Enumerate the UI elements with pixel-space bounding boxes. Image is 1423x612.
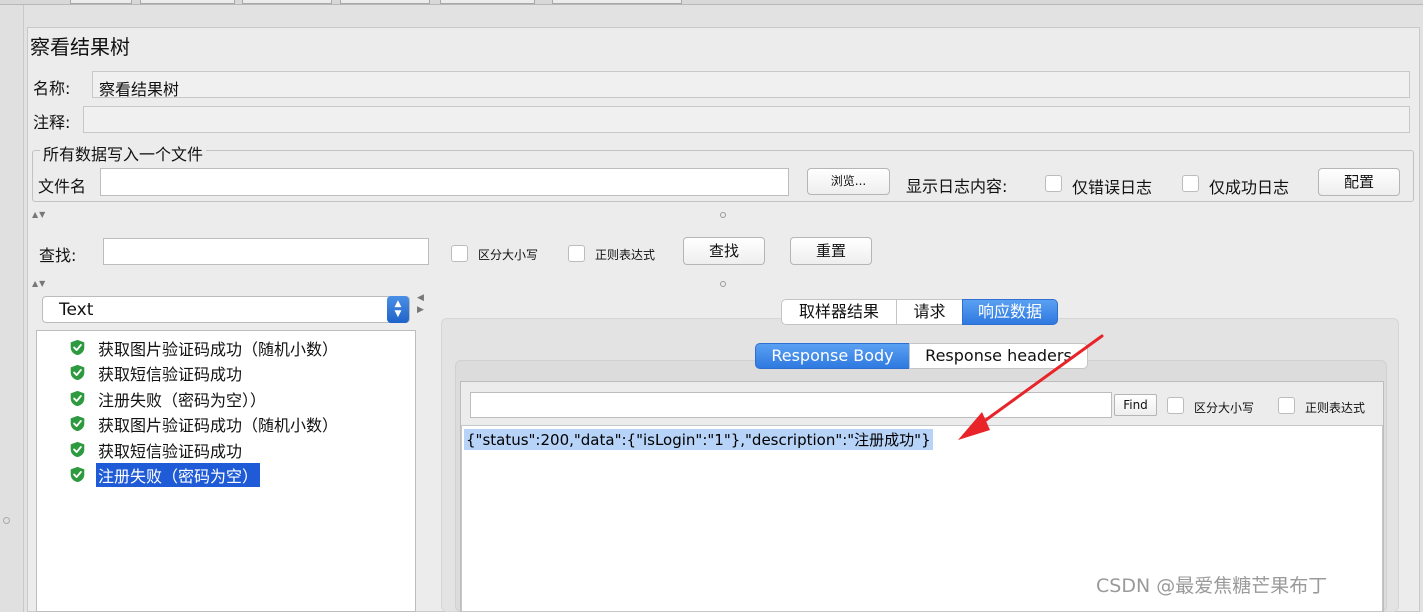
- tree-item-label: 注册失败（密码为空）: [96, 463, 261, 487]
- tab-response-data[interactable]: 响应数据: [962, 299, 1058, 325]
- split-divider-middle[interactable]: ▲▼: [27, 279, 1420, 289]
- chevron-updown-icon[interactable]: ▲ ▼: [387, 296, 409, 323]
- split-arrows-icon[interactable]: ◀ ▶: [417, 292, 424, 316]
- reset-button[interactable]: 重置: [790, 237, 872, 265]
- name-input[interactable]: 察看结果树: [92, 71, 1410, 99]
- comment-input[interactable]: [83, 106, 1410, 133]
- tab-response-body[interactable]: Response Body: [755, 343, 910, 369]
- success-shield-icon: [70, 466, 85, 483]
- success-shield-icon: [70, 390, 85, 407]
- filename-input[interactable]: [100, 168, 789, 196]
- success-shield-icon: [70, 364, 85, 381]
- success-only-checkbox[interactable]: [1182, 175, 1199, 192]
- search-case-label: 区分大小写: [478, 248, 539, 262]
- browse-button[interactable]: 浏览...: [807, 168, 890, 195]
- panel-title: 察看结果树: [30, 35, 130, 59]
- response-case-label: 区分大小写: [1194, 401, 1255, 415]
- tree-item-label: 获取图片验证码成功（随机小数）: [98, 416, 339, 435]
- response-regex-label: 正则表达式: [1305, 401, 1366, 415]
- left-gutter: [0, 5, 24, 612]
- success-only-label: 仅成功日志: [1209, 178, 1290, 197]
- errors-only-checkbox[interactable]: [1045, 175, 1062, 192]
- watermark: CSDN @最爱焦糖芒果布丁: [1096, 575, 1328, 597]
- tree-item-label: 获取短信验证码成功: [98, 442, 243, 461]
- tree-item-label: 获取图片验证码成功（随机小数）: [98, 340, 339, 359]
- log-content-label: 显示日志内容:: [906, 177, 1008, 196]
- errors-only-label: 仅错误日志: [1072, 178, 1153, 197]
- annotation-arrow-icon: [958, 334, 1104, 440]
- tab-sampler-result[interactable]: 取样器结果: [781, 299, 897, 325]
- response-find-button[interactable]: Find: [1114, 394, 1157, 416]
- config-button[interactable]: 配置: [1318, 168, 1400, 196]
- search-input[interactable]: [103, 238, 429, 265]
- tree-item-label: 获取短信验证码成功: [98, 365, 243, 384]
- response-case-checkbox[interactable]: [1167, 397, 1184, 414]
- filename-label: 文件名: [38, 177, 87, 196]
- name-label: 名称:: [33, 79, 71, 98]
- search-regex-checkbox[interactable]: [568, 245, 585, 262]
- file-group-legend: 所有数据写入一个文件: [40, 141, 207, 165]
- renderer-select[interactable]: Text ▲ ▼: [42, 296, 410, 323]
- comment-label: 注释:: [33, 113, 71, 132]
- splitter-knob[interactable]: [3, 517, 10, 524]
- tree-item-label: 注册失败（密码为空））: [98, 391, 267, 410]
- results-tree: 获取图片验证码成功（随机小数） 获取短信验证码成功 注册失败（密码为空）） 获取图片验…: [36, 330, 416, 612]
- splitter-knob-icon[interactable]: [720, 212, 726, 218]
- tab-request[interactable]: 请求: [896, 299, 963, 325]
- find-button[interactable]: 查找: [683, 237, 765, 265]
- search-case-checkbox[interactable]: [451, 245, 468, 262]
- response-regex-checkbox[interactable]: [1278, 397, 1295, 414]
- search-label: 查找:: [39, 246, 77, 265]
- success-shield-icon: [70, 339, 85, 356]
- response-body-text[interactable]: {"status":200,"data":{"isLogin":"1"},"de…: [464, 429, 933, 450]
- collapse-arrows-icon[interactable]: ▲▼: [32, 210, 46, 219]
- collapse-arrows-icon[interactable]: ▲▼: [32, 279, 46, 288]
- search-regex-label: 正则表达式: [595, 248, 656, 262]
- success-shield-icon: [70, 441, 85, 458]
- success-shield-icon: [70, 415, 85, 432]
- split-divider-top[interactable]: ▲▼: [27, 210, 1420, 220]
- splitter-knob-icon[interactable]: [720, 281, 726, 287]
- top-toolbar-strip: [0, 0, 1423, 5]
